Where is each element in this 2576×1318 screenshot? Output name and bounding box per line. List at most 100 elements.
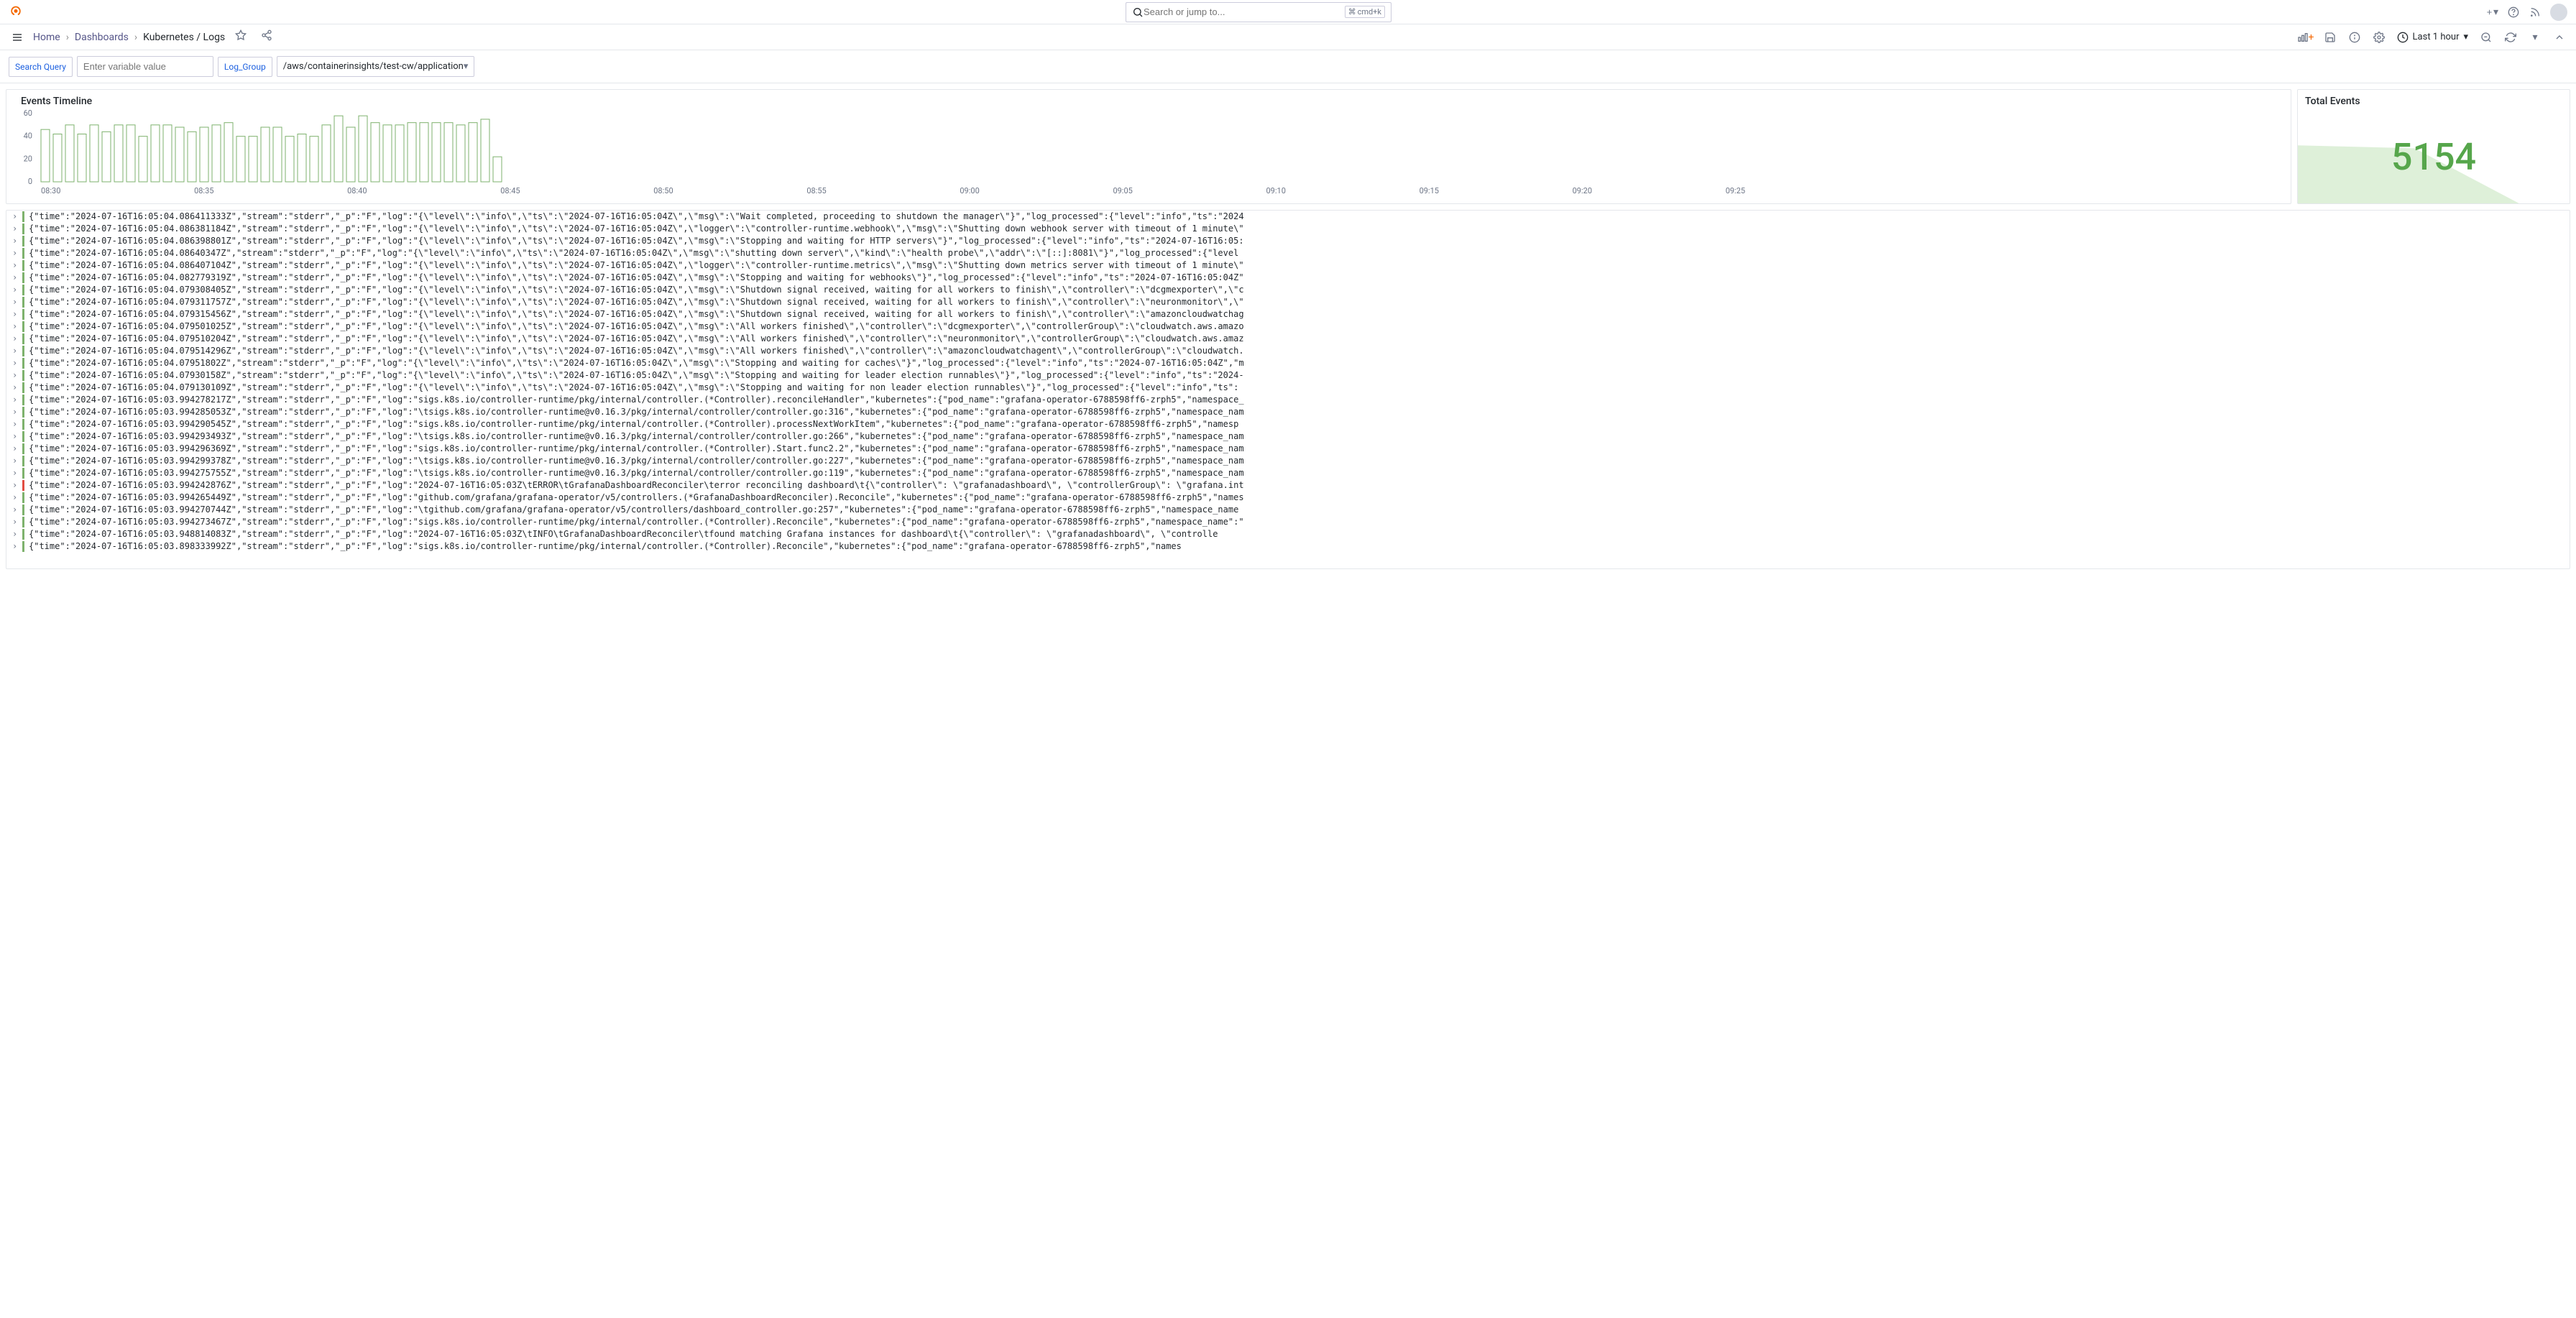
svg-text:08:50: 08:50 xyxy=(653,186,673,195)
expand-icon[interactable]: › xyxy=(12,382,21,394)
log-row[interactable]: ›{"time":"2024-07-16T16:05:04.079315456Z… xyxy=(6,308,2570,321)
log-row[interactable]: ›{"time":"2024-07-16T16:05:03.948814083Z… xyxy=(6,528,2570,540)
expand-icon[interactable]: › xyxy=(12,430,21,443)
log-row[interactable]: ›{"time":"2024-07-16T16:05:04.086398801Z… xyxy=(6,235,2570,247)
star-button[interactable] xyxy=(235,29,251,45)
expand-icon[interactable]: › xyxy=(12,357,21,369)
log-row[interactable]: ›{"time":"2024-07-16T16:05:04.079311757Z… xyxy=(6,296,2570,308)
log-level-bar xyxy=(22,480,24,491)
log-row[interactable]: ›{"time":"2024-07-16T16:05:03.994290545Z… xyxy=(6,418,2570,430)
log-row[interactable]: ›{"time":"2024-07-16T16:05:03.994285053Z… xyxy=(6,406,2570,418)
settings-button[interactable] xyxy=(2368,27,2390,48)
svg-text:09:05: 09:05 xyxy=(1113,186,1132,195)
log-row[interactable]: ›{"time":"2024-07-16T16:05:03.994299378Z… xyxy=(6,455,2570,467)
log-row[interactable]: ›{"time":"2024-07-16T16:05:03.994273467Z… xyxy=(6,516,2570,528)
expand-icon[interactable]: › xyxy=(12,272,21,284)
svg-text:0: 0 xyxy=(28,177,32,186)
expand-icon[interactable]: › xyxy=(12,394,21,406)
log-row[interactable]: ›{"time":"2024-07-16T16:05:04.086411333Z… xyxy=(6,211,2570,223)
log-row[interactable]: ›{"time":"2024-07-16T16:05:04.079510204Z… xyxy=(6,333,2570,345)
log-row[interactable]: ›{"time":"2024-07-16T16:05:04.086407104Z… xyxy=(6,259,2570,272)
breadcrumb-home[interactable]: Home xyxy=(33,32,60,43)
refresh-interval[interactable]: ▾ xyxy=(2524,27,2546,48)
log-row[interactable]: › {"time":"2024-07-16T16:05:04.086381184Z… xyxy=(6,223,2570,235)
search-kbd: ⌘ cmd+k xyxy=(1345,6,1385,18)
log-row[interactable]: ›{"time":"2024-07-16T16:05:04.07930158Z"… xyxy=(6,369,2570,382)
share-button[interactable] xyxy=(261,29,277,45)
expand-icon[interactable]: › xyxy=(12,406,21,418)
expand-icon[interactable]: › xyxy=(12,492,21,504)
log-text: {"time":"2024-07-16T16:05:04.086381184Z"… xyxy=(29,223,2564,235)
log-row[interactable]: › {"time":"2024-07-16T16:05:04.082779319Z… xyxy=(6,272,2570,284)
log-row[interactable]: ›{"time":"2024-07-16T16:05:04.07951802Z"… xyxy=(6,357,2570,369)
log-level-bar xyxy=(22,297,24,308)
search-input[interactable] xyxy=(1144,6,1345,17)
user-avatar[interactable] xyxy=(2550,4,2567,21)
refresh-button[interactable] xyxy=(2500,27,2521,48)
menu-button[interactable] xyxy=(9,29,26,46)
log-row[interactable]: ›{"time":"2024-07-16T16:05:03.994242876Z… xyxy=(6,479,2570,492)
log-row[interactable]: › {"time":"2024-07-16T16:05:03.994296369Z… xyxy=(6,443,2570,455)
expand-icon[interactable]: › xyxy=(12,223,21,235)
help-icon[interactable] xyxy=(2507,6,2520,19)
add-panel-button[interactable]: + xyxy=(2295,27,2317,48)
var-loggroup-select[interactable]: /aws/containerinsights/test-cw/applicati… xyxy=(277,56,475,77)
log-row[interactable]: ›{"time":"2024-07-16T16:05:03.994293493Z… xyxy=(6,430,2570,443)
var-search-input[interactable] xyxy=(77,56,213,77)
collapse-button[interactable] xyxy=(2549,27,2570,48)
expand-icon[interactable]: › xyxy=(12,308,21,321)
log-level-bar xyxy=(22,395,24,405)
log-level-bar xyxy=(22,541,24,552)
expand-icon[interactable]: › xyxy=(12,540,21,553)
log-text: {"time":"2024-07-16T16:05:03.994270744Z"… xyxy=(29,504,2564,516)
expand-icon[interactable]: › xyxy=(12,345,21,357)
expand-icon[interactable]: › xyxy=(12,296,21,308)
log-text: {"time":"2024-07-16T16:05:04.082779319Z"… xyxy=(29,272,2564,284)
expand-icon[interactable]: › xyxy=(12,211,21,223)
log-row[interactable]: ›{"time":"2024-07-16T16:05:03.994265449Z… xyxy=(6,492,2570,504)
expand-icon[interactable]: › xyxy=(12,467,21,479)
svg-text:60: 60 xyxy=(24,110,32,118)
log-row[interactable]: ›{"time":"2024-07-16T16:05:03.898333992Z… xyxy=(6,540,2570,553)
log-row[interactable]: ›{"time":"2024-07-16T16:05:03.994278217Z… xyxy=(6,394,2570,406)
info-button[interactable] xyxy=(2344,27,2365,48)
expand-icon[interactable]: › xyxy=(12,333,21,345)
expand-icon[interactable]: › xyxy=(12,528,21,540)
log-text: {"time":"2024-07-16T16:05:03.994275755Z"… xyxy=(29,467,2564,479)
expand-icon[interactable]: › xyxy=(12,479,21,492)
log-row[interactable]: ›{"time":"2024-07-16T16:05:04.08640347Z"… xyxy=(6,247,2570,259)
zoom-out-button[interactable] xyxy=(2475,27,2497,48)
expand-icon[interactable]: › xyxy=(12,247,21,259)
save-button[interactable] xyxy=(2319,27,2341,48)
expand-icon[interactable]: › xyxy=(12,369,21,382)
time-picker[interactable]: Last 1 hour ▾ xyxy=(2393,29,2472,46)
expand-icon[interactable]: › xyxy=(12,284,21,296)
svg-text:20: 20 xyxy=(24,154,32,163)
log-text: {"time":"2024-07-16T16:05:03.994296369Z"… xyxy=(29,443,2564,455)
expand-icon[interactable]: › xyxy=(12,259,21,272)
log-row[interactable]: ›{"time":"2024-07-16T16:05:04.079501025Z… xyxy=(6,321,2570,333)
rss-icon[interactable] xyxy=(2529,6,2542,19)
chevron-down-icon: ▾ xyxy=(464,61,469,72)
expand-icon[interactable]: › xyxy=(12,235,21,247)
add-button[interactable]: ▾ xyxy=(2485,6,2498,19)
breadcrumb-dashboards[interactable]: Dashboards xyxy=(75,32,129,43)
expand-icon[interactable]: › xyxy=(12,443,21,455)
log-row[interactable]: ›{"time":"2024-07-16T16:05:04.079130109Z… xyxy=(6,382,2570,394)
log-level-bar xyxy=(22,285,24,295)
svg-text:08:55: 08:55 xyxy=(806,186,826,195)
expand-icon[interactable]: › xyxy=(12,516,21,528)
timeline-chart[interactable]: 020406008:3008:3508:4008:4508:5008:5509:… xyxy=(14,110,2283,196)
total-events-value: 5154 xyxy=(2391,135,2476,179)
expand-icon[interactable]: › xyxy=(12,455,21,467)
svg-text:09:00: 09:00 xyxy=(960,186,979,195)
expand-icon[interactable]: › xyxy=(12,418,21,430)
grafana-logo[interactable] xyxy=(9,5,23,19)
log-row[interactable]: › {"time":"2024-07-16T16:05:03.994275755Z… xyxy=(6,467,2570,479)
expand-icon[interactable]: › xyxy=(12,504,21,516)
global-search[interactable]: ⌘ cmd+k xyxy=(1126,2,1392,22)
log-row[interactable]: ›{"time":"2024-07-16T16:05:04.079514296Z… xyxy=(6,345,2570,357)
log-row[interactable]: ›{"time":"2024-07-16T16:05:04.079308405Z… xyxy=(6,284,2570,296)
log-row[interactable]: › {"time":"2024-07-16T16:05:03.994270744Z… xyxy=(6,504,2570,516)
expand-icon[interactable]: › xyxy=(12,321,21,333)
